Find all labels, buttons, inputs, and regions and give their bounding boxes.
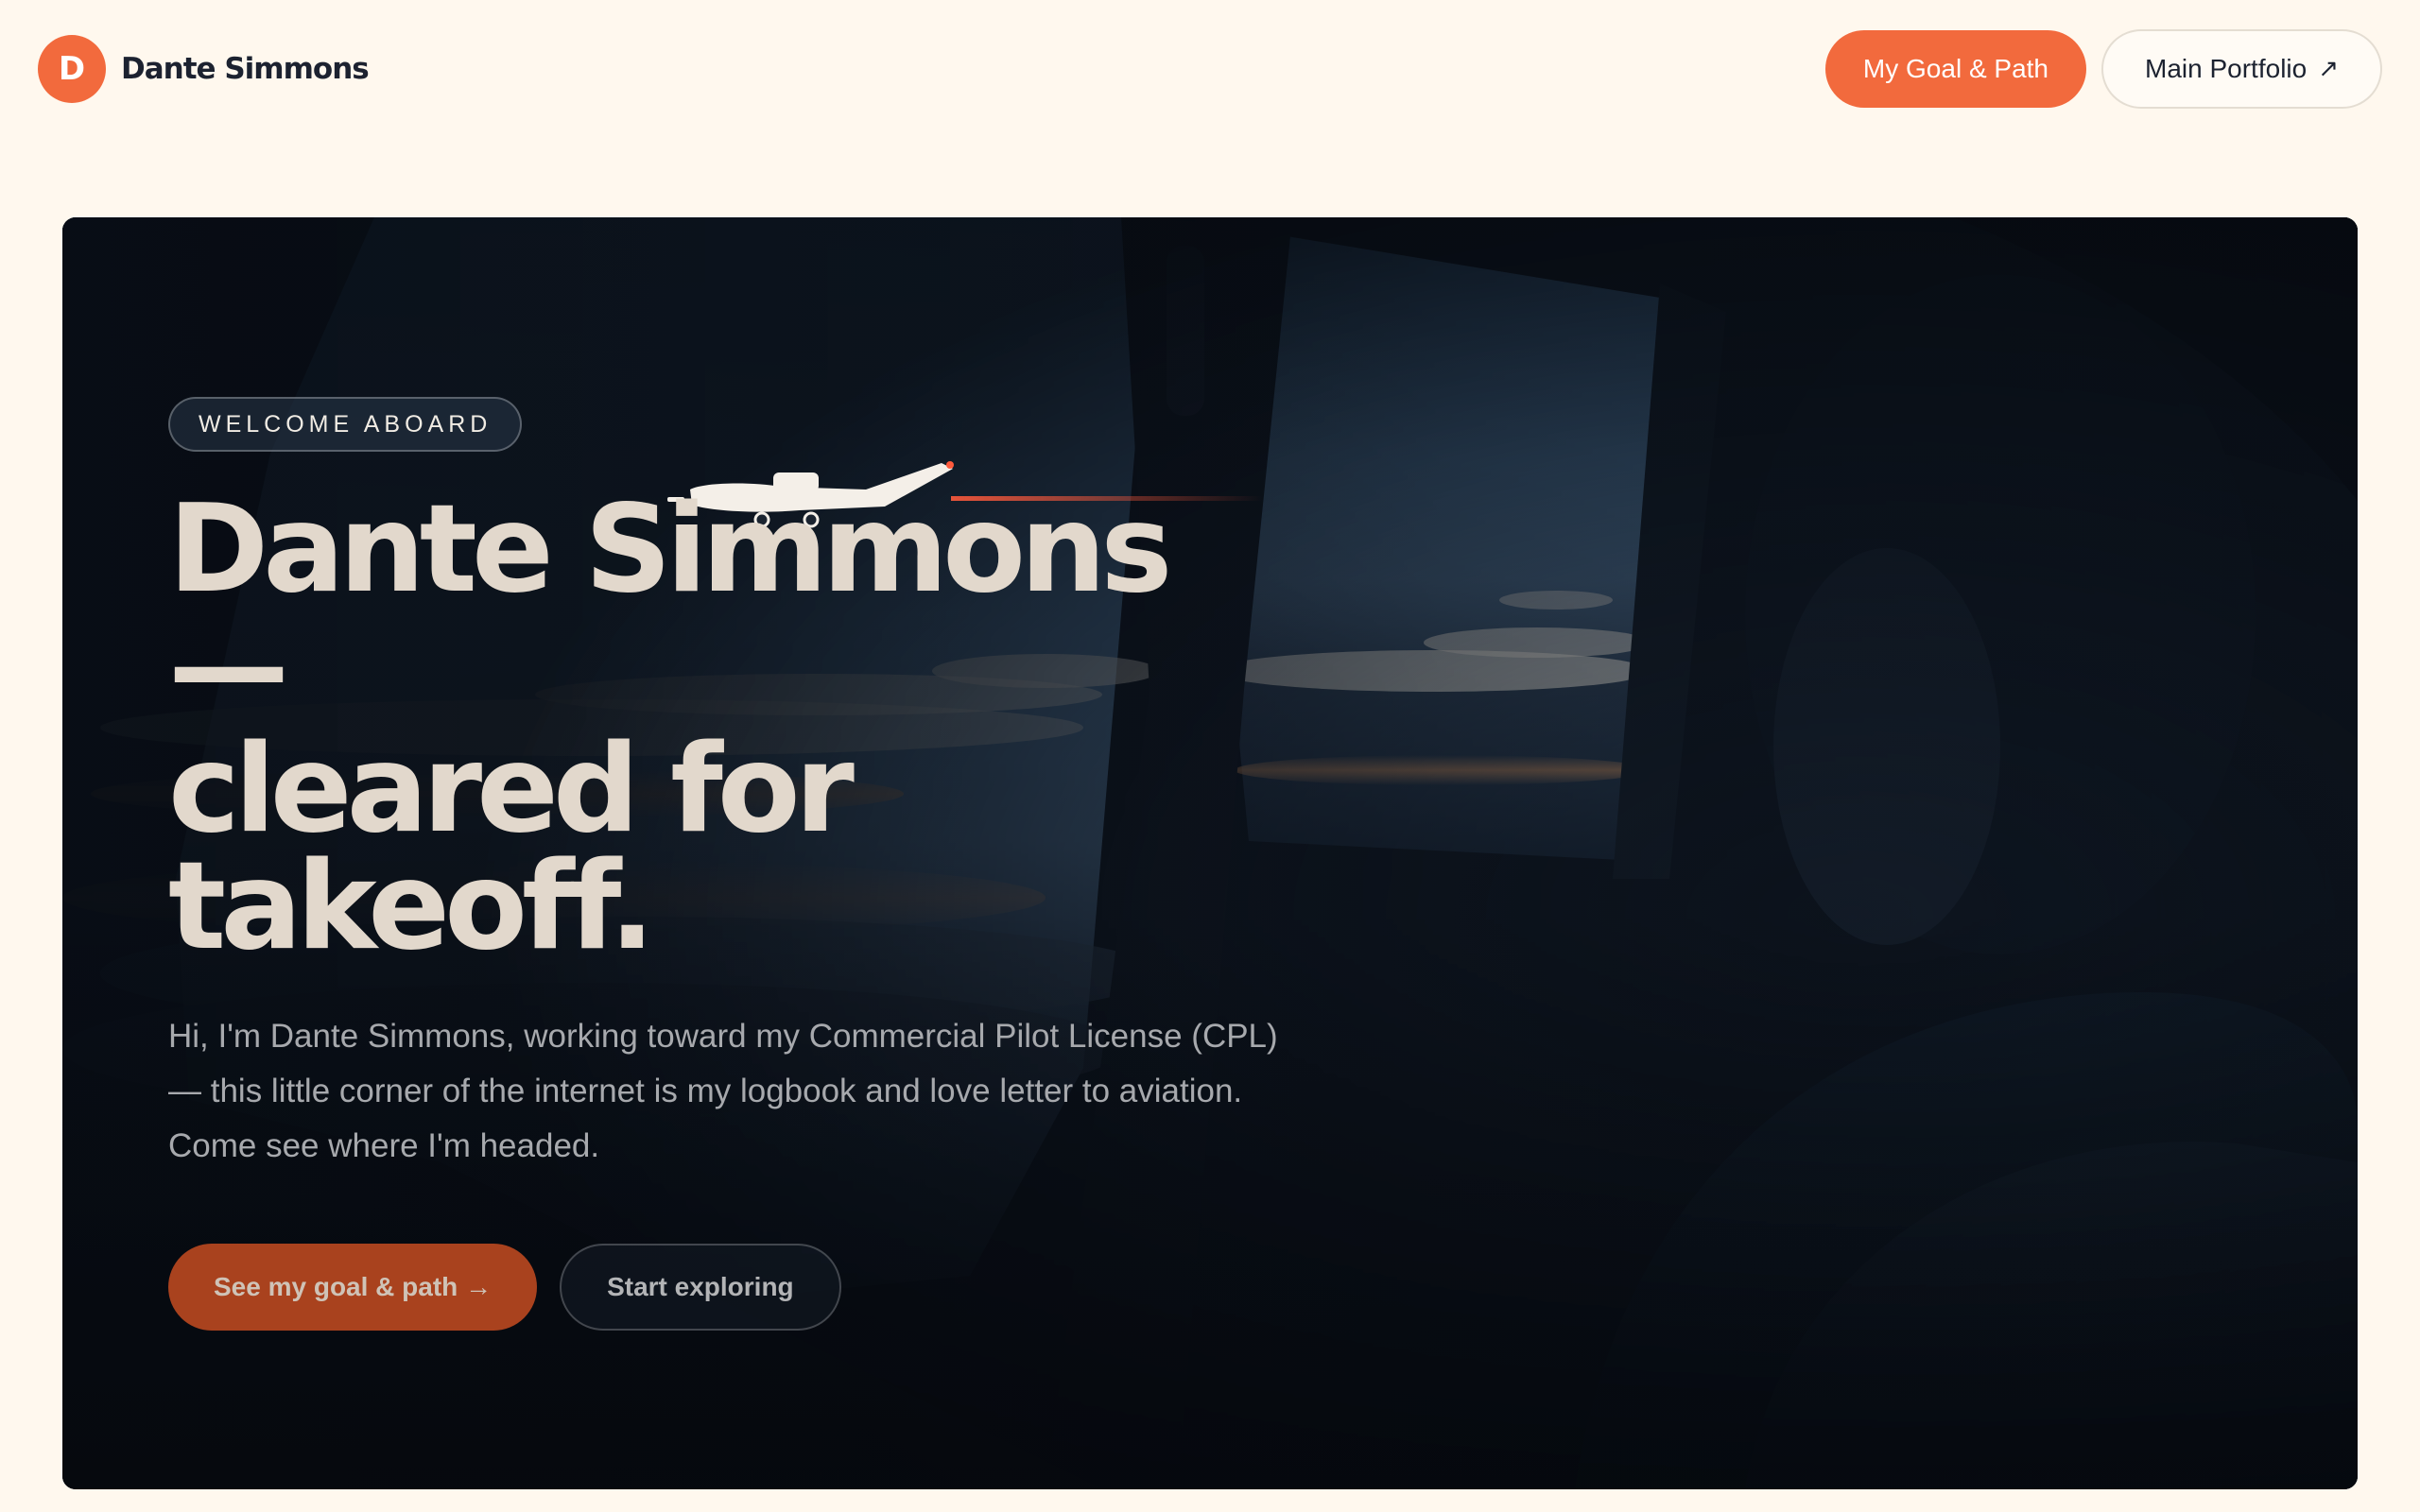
brand-name[interactable]: Dante Simmons (121, 52, 370, 86)
hero-content: WELCOME ABOARD Dante Simmons — cleared f… (168, 397, 1492, 1331)
headline-takeoff: takeoff. (168, 836, 655, 977)
brand[interactable]: D Dante Simmons (38, 34, 370, 103)
hero-section: WELCOME ABOARD Dante Simmons — cleared f… (62, 217, 2358, 1489)
hero-cta-row: See my goal & path → Start exploring (168, 1244, 1492, 1331)
nav-main-portfolio-label: Main Portfolio (2145, 53, 2308, 83)
intro-line-1: Hi, I'm Dante Simmons, working toward my… (168, 1018, 1278, 1055)
start-exploring-button[interactable]: Start exploring (560, 1244, 841, 1331)
nav-goal-path-button[interactable]: My Goal & Path (1824, 29, 2087, 108)
nav-goal-path-label: My Goal & Path (1862, 53, 2049, 83)
intro-line-2: — this little corner of the internet is … (168, 1073, 1243, 1109)
welcome-eyebrow-badge: WELCOME ABOARD (168, 397, 523, 452)
logo-badge[interactable]: D (38, 34, 106, 103)
site-header: D Dante Simmons My Goal & Path Main Port… (0, 0, 2420, 137)
external-link-icon: ↗ (2318, 54, 2339, 82)
hero-intro: Hi, I'm Dante Simmons, working toward my… (168, 1009, 1397, 1174)
headline-cleared: cleared for (168, 719, 855, 860)
nav-main-portfolio-button[interactable]: Main Portfolio ↗ (2101, 28, 2382, 109)
headline-dash: — (168, 596, 289, 737)
headline-name: Dante Simmons (168, 479, 1172, 620)
see-goal-path-button[interactable]: See my goal & path → (168, 1244, 538, 1331)
hero-headline: Dante Simmons — cleared for takeoff. (168, 479, 1492, 977)
top-nav: My Goal & Path Main Portfolio ↗ (1824, 28, 2382, 109)
intro-line-3: Come see where I'm headed. (168, 1127, 600, 1164)
